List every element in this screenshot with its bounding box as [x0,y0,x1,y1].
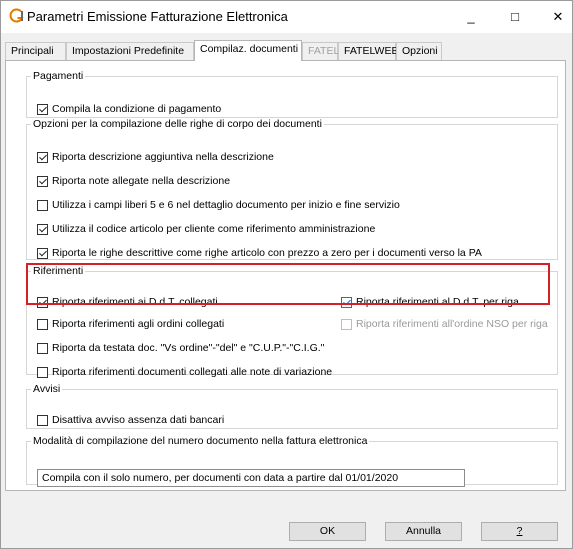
checkbox-box[interactable] [37,200,48,211]
dialog-window: Parametri Emissione Fatturazione Elettro… [0,0,573,549]
group-riferimenti: Riferimenti Riporta riferimenti ai D.d.T… [26,265,558,378]
tab-compilaz-documenti[interactable]: Compilaz. documenti [194,40,302,61]
checkbox-label: Riporta descrizione aggiuntiva nella des… [52,151,274,163]
checkbox-label: Riporta riferimenti agli ordini collegat… [52,318,225,330]
checkbox-box[interactable] [37,224,48,235]
group-avvisi: Avvisi Disattiva avviso assenza dati ban… [26,383,558,429]
checkbox-box[interactable] [37,297,48,308]
checkbox-box [341,319,352,330]
group-opzioni-righe-legend: Opzioni per la compilazione delle righe … [33,118,322,130]
checkbox-label: Riporta riferimenti al D.d.T. per riga [356,296,519,308]
group-pagamenti: Pagamenti Compila la condizione di pagam… [26,70,558,118]
checkbox-box[interactable] [37,176,48,187]
group-avvisi-legend: Avvisi [33,383,61,395]
annulla-button[interactable]: Annulla [385,522,462,541]
group-pagamenti-legend: Pagamenti [33,70,84,82]
tab-impostazioni-predefinite[interactable]: Impostazioni Predefinite [66,42,194,60]
checkbox-box[interactable] [37,343,48,354]
window-title: Parametri Emissione Fatturazione Elettro… [27,9,288,24]
minimize-button[interactable]: _ [457,5,485,29]
title-bar[interactable]: Parametri Emissione Fatturazione Elettro… [1,1,572,33]
checkbox-label: Utilizza il codice articolo per cliente … [52,223,376,235]
checkbox-box[interactable] [37,367,48,378]
checkbox-label: Disattiva avviso assenza dati bancari [52,414,225,426]
checkbox-box[interactable] [37,248,48,259]
tab-strip: Principali Impostazioni Predefinite Comp… [5,40,565,61]
checkbox-label: Riporta da testata doc. "Vs ordine"-"del… [52,342,325,354]
app-logo-icon [9,8,24,23]
checkbox-label: Riporta riferimenti documenti collegati … [52,366,333,378]
checkbox-label: Compila la condizione di pagamento [52,103,222,115]
checkbox-box[interactable] [37,415,48,426]
checkbox-label: Riporta riferimenti ai D.d.T. collegati [52,296,218,308]
checkbox-label: Riporta riferimenti all'ordine NSO per r… [356,318,548,330]
checkbox-label: Utilizza i campi liberi 5 e 6 nel dettag… [52,199,400,211]
close-button[interactable]: ✕ [544,5,572,29]
ok-button[interactable]: OK [289,522,366,541]
checkbox-label: Riporta le righe descrittive come righe … [52,247,482,259]
group-modalita-legend: Modalità di compilazione del numero docu… [33,435,368,447]
tab-fatelweb[interactable]: FATELWEB [338,42,398,60]
checkbox-box[interactable] [37,319,48,330]
checkbox-box[interactable] [37,152,48,163]
tab-opzioni[interactable]: Opzioni [396,42,442,60]
maximize-button[interactable]: □ [501,5,529,29]
checkbox-box[interactable] [341,297,352,308]
group-opzioni-righe: Opzioni per la compilazione delle righe … [26,118,558,260]
tab-fatel[interactable]: FATEL [302,42,339,60]
group-modalita-compilazione: Modalità di compilazione del numero docu… [26,435,558,487]
tab-principali[interactable]: Principali [5,42,66,60]
modalita-numero-documento-select[interactable]: Compila con il solo numero, per document… [37,469,465,487]
help-button[interactable]: ? [481,522,558,541]
checkbox-label: Riporta note allegate nella descrizione [52,175,231,187]
group-riferimenti-legend: Riferimenti [33,265,84,277]
checkbox-box[interactable] [37,104,48,115]
